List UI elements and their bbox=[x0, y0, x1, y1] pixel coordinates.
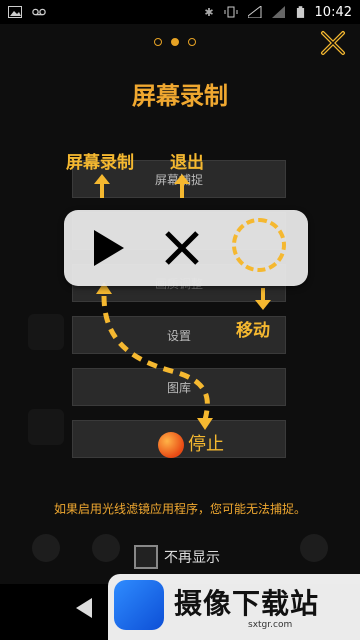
watermark-name: 摄像下载站 bbox=[174, 587, 320, 620]
dashed-path-arrow bbox=[96, 282, 213, 430]
play-icon[interactable] bbox=[94, 230, 124, 266]
watermark: 摄像下载站 sxtgr.com bbox=[108, 574, 360, 640]
watermark-url: sxtgr.com bbox=[248, 620, 293, 630]
floating-control-bar[interactable] bbox=[64, 210, 308, 286]
checkbox-label: 不再显示 bbox=[164, 550, 220, 566]
watermark-logo-icon bbox=[114, 580, 164, 630]
warning-text: 如果启用光线滤镜应用程序，您可能无法捕捉。 bbox=[53, 502, 306, 516]
dont-show-again-row[interactable]: 不再显示 bbox=[134, 545, 220, 569]
stop-annotation: 停止 bbox=[188, 434, 224, 455]
stop-record-icon[interactable] bbox=[158, 432, 184, 458]
dont-show-again-checkbox[interactable] bbox=[134, 545, 158, 569]
exit-x-icon[interactable] bbox=[162, 228, 202, 268]
move-handle-icon[interactable] bbox=[232, 218, 286, 272]
back-icon[interactable] bbox=[76, 598, 92, 618]
